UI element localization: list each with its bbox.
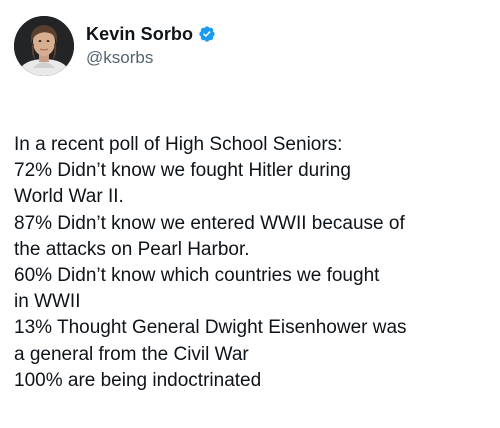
post-text-line: 60% Didn’t know which countries we fough… bbox=[14, 265, 380, 287]
post-text-line: World War II. bbox=[14, 186, 124, 208]
post-text-line: a general from the Civil War bbox=[14, 343, 249, 365]
post-card: Kevin Sorbo @ksorbs In a recent poll of … bbox=[0, 0, 500, 428]
author-avatar[interactable] bbox=[14, 16, 74, 76]
post-text-line: in WWII bbox=[14, 291, 81, 313]
profile-photo-icon bbox=[14, 16, 74, 76]
post-text-line: 72% Didn’t know we fought Hitler during bbox=[14, 160, 351, 182]
post-header: Kevin Sorbo @ksorbs bbox=[14, 14, 486, 86]
post-text-line: 13% Thought General Dwight Eisenhower wa… bbox=[14, 317, 407, 339]
name-row: Kevin Sorbo bbox=[86, 23, 216, 45]
post-text-line: the attacks on Pearl Harbor. bbox=[14, 238, 250, 260]
post-text-line: In a recent poll of High School Seniors: bbox=[14, 134, 343, 155]
post-text: In a recent poll of High School Seniors:… bbox=[14, 132, 484, 394]
verified-badge-icon bbox=[198, 25, 216, 43]
post-text-line: 87% Didn’t know we entered WWII because … bbox=[14, 212, 405, 234]
author-display-name[interactable]: Kevin Sorbo bbox=[86, 24, 193, 45]
author-handle[interactable]: @ksorbs bbox=[86, 48, 216, 68]
author-identity: Kevin Sorbo @ksorbs bbox=[86, 23, 216, 68]
post-text-line: 100% are being indoctrinated bbox=[14, 369, 262, 391]
